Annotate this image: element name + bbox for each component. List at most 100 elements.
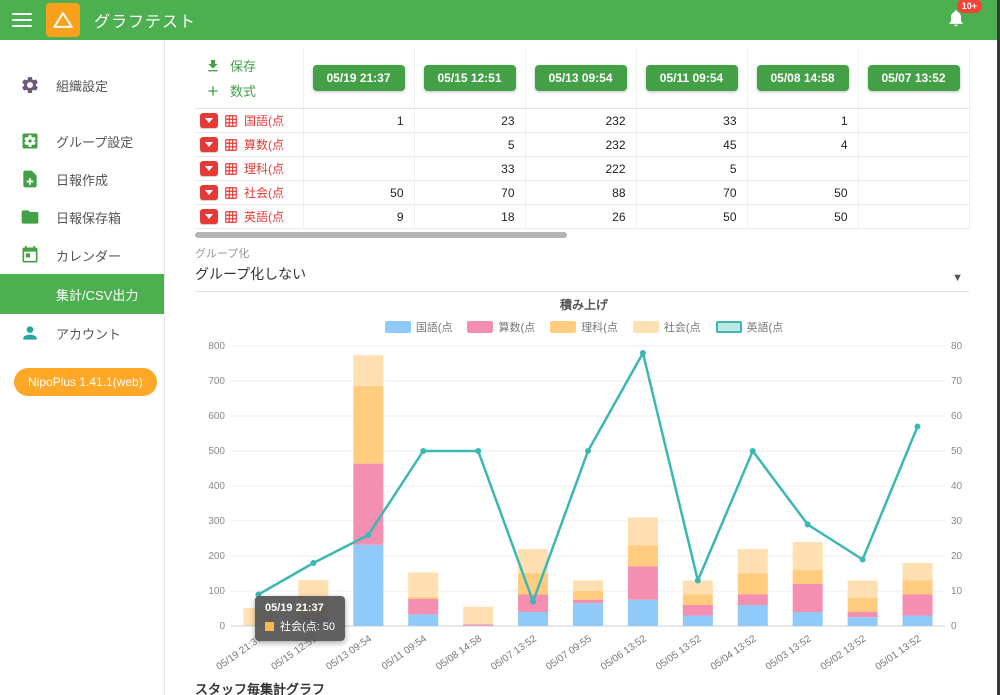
cell-value: 70 — [414, 180, 526, 205]
grid-icon — [224, 162, 238, 176]
cell-value: 5 — [414, 132, 526, 157]
cell-value: 70 — [636, 180, 748, 205]
svg-text:05/04 13:52: 05/04 13:52 — [709, 633, 759, 671]
sidebar-item-calendar[interactable]: カレンダー — [0, 236, 164, 274]
gear-icon — [20, 75, 40, 95]
row-label: 国語(点 — [244, 114, 284, 128]
sidebar-item-label: アカウント — [56, 326, 122, 342]
tooltip-value: 社会(点: 50 — [280, 621, 336, 633]
svg-text:60: 60 — [951, 411, 963, 422]
sidebar-item-org-settings[interactable]: 組織設定 — [0, 66, 164, 104]
legend-item[interactable]: 算数(点 — [467, 319, 535, 335]
table-row: 英語(点 9 18 26 50 50 — [195, 204, 970, 229]
column-date-button[interactable]: 05/13 09:54 — [534, 65, 627, 91]
save-button-label: 保存 — [230, 59, 257, 74]
column-date-button[interactable]: 05/15 12:51 — [423, 65, 516, 91]
chevron-down-icon: ▼ — [952, 272, 963, 284]
cell-value: 9 — [303, 204, 415, 229]
grid-icon — [224, 186, 238, 200]
plus-icon — [205, 83, 221, 99]
cell-value: 45 — [636, 132, 748, 157]
grouping-label: グループ化 — [195, 248, 250, 260]
save-button[interactable]: 保存 — [199, 53, 299, 78]
cell-value — [858, 180, 970, 205]
folder-icon — [20, 207, 40, 227]
sidebar-item-report-box[interactable]: 日報保存箱 — [0, 198, 164, 236]
sidebar-item-label: グループ設定 — [56, 134, 134, 150]
legend-item[interactable]: 社会(点 — [632, 319, 701, 335]
svg-text:05/07 13:52: 05/07 13:52 — [489, 633, 539, 671]
sidebar-item-label: 日報保存箱 — [56, 210, 122, 226]
column-date-button[interactable]: 05/08 14:58 — [756, 65, 849, 91]
column-date-button[interactable]: 05/11 09:54 — [645, 65, 738, 91]
legend-item[interactable]: 英語(点 — [715, 319, 783, 335]
row-label: 理科(点 — [244, 162, 284, 176]
app-logo — [46, 3, 80, 37]
legend-label: 社会(点 — [663, 322, 701, 334]
legend-item[interactable]: 国語(点 — [384, 319, 453, 335]
table-row: 算数(点 5 232 45 4 — [195, 132, 970, 157]
row-dropdown-button[interactable] — [200, 137, 218, 152]
cell-value: 1 — [303, 108, 415, 133]
row-dropdown-button[interactable] — [200, 185, 218, 200]
row-dropdown-button[interactable] — [200, 209, 218, 224]
calendar-icon — [20, 245, 40, 265]
row-label: 算数(点 — [244, 138, 284, 152]
horizontal-scrollbar-thumb[interactable] — [195, 232, 567, 238]
app-bar: グラフテスト 10+ — [0, 0, 1000, 40]
row-dropdown-button[interactable] — [200, 161, 218, 176]
table-row: 理科(点 33 222 5 — [195, 156, 970, 181]
staff-chart-heading: スタッフ毎集計グラフ — [195, 682, 326, 695]
sidebar-item-label: 日報作成 — [56, 172, 109, 188]
grouping-select[interactable]: グループ化 グループ化しない ▼ — [195, 245, 969, 292]
sidebar-item-report-create[interactable]: 日報作成 — [0, 160, 164, 198]
notification-bell-icon[interactable]: 10+ — [946, 0, 982, 33]
page-title: グラフテスト — [94, 14, 197, 31]
svg-text:30: 30 — [951, 516, 963, 527]
table-row: 国語(点 1 23 232 33 1 — [195, 108, 970, 133]
svg-text:100: 100 — [208, 586, 225, 597]
legend-swatch — [550, 321, 577, 333]
legend-label: 国語(点 — [415, 322, 453, 334]
sidebar-item-label: 組織設定 — [56, 78, 109, 94]
svg-text:05/02 13:52: 05/02 13:52 — [819, 633, 869, 671]
grid-icon — [224, 114, 238, 128]
row-dropdown-button[interactable] — [200, 113, 218, 128]
row-label: 英語(点 — [244, 210, 284, 224]
cell-value: 232 — [525, 132, 637, 157]
legend-item[interactable]: 理科(点 — [550, 319, 618, 335]
cell-value — [858, 132, 970, 157]
cell-value — [858, 156, 970, 181]
formula-button[interactable]: 数式 — [199, 78, 299, 103]
cell-value: 1 — [747, 108, 859, 133]
stacked-chart-card: 積み上げ 国語(点 算数(点 理科(点 社会(点 英語(点 0 100 200 300… — [195, 296, 973, 671]
hamburger-menu-icon[interactable] — [12, 13, 32, 27]
formula-button-label: 数式 — [230, 84, 257, 99]
svg-text:50: 50 — [951, 446, 963, 457]
svg-text:20: 20 — [951, 551, 963, 562]
cell-value: 33 — [414, 156, 526, 181]
download-icon — [205, 58, 221, 74]
sidebar-item-csv-export[interactable]: 集計/CSV出力 — [0, 274, 164, 314]
tooltip-series-swatch — [265, 621, 274, 631]
svg-text:10: 10 — [951, 586, 963, 597]
notification-badge: 10+ — [956, 0, 982, 13]
column-date-button[interactable]: 05/19 21:37 — [312, 65, 405, 91]
note-add-icon — [20, 169, 40, 189]
column-date-button[interactable]: 05/07 13:52 — [867, 65, 960, 91]
sidebar-item-label: 集計/CSV出力 — [56, 287, 139, 303]
sidebar-item-group-settings[interactable]: グループ設定 — [0, 122, 164, 160]
legend-swatch — [715, 321, 742, 333]
person-icon — [20, 323, 40, 343]
chart-tooltip: 05/19 21:37 社会(点: 50 — [255, 596, 346, 641]
legend-swatch — [384, 321, 411, 333]
svg-text:300: 300 — [208, 516, 225, 527]
cell-value: 222 — [525, 156, 637, 181]
sidebar-item-account[interactable]: アカウント — [0, 314, 164, 352]
score-table: 保存 数式 05/19 21:37 05/15 12:51 05/13 09:5… — [195, 48, 970, 229]
cell-value — [858, 204, 970, 229]
row-label: 社会(点 — [244, 186, 284, 200]
svg-text:400: 400 — [208, 481, 225, 492]
cell-value — [747, 156, 859, 181]
grid-icon — [224, 210, 238, 224]
